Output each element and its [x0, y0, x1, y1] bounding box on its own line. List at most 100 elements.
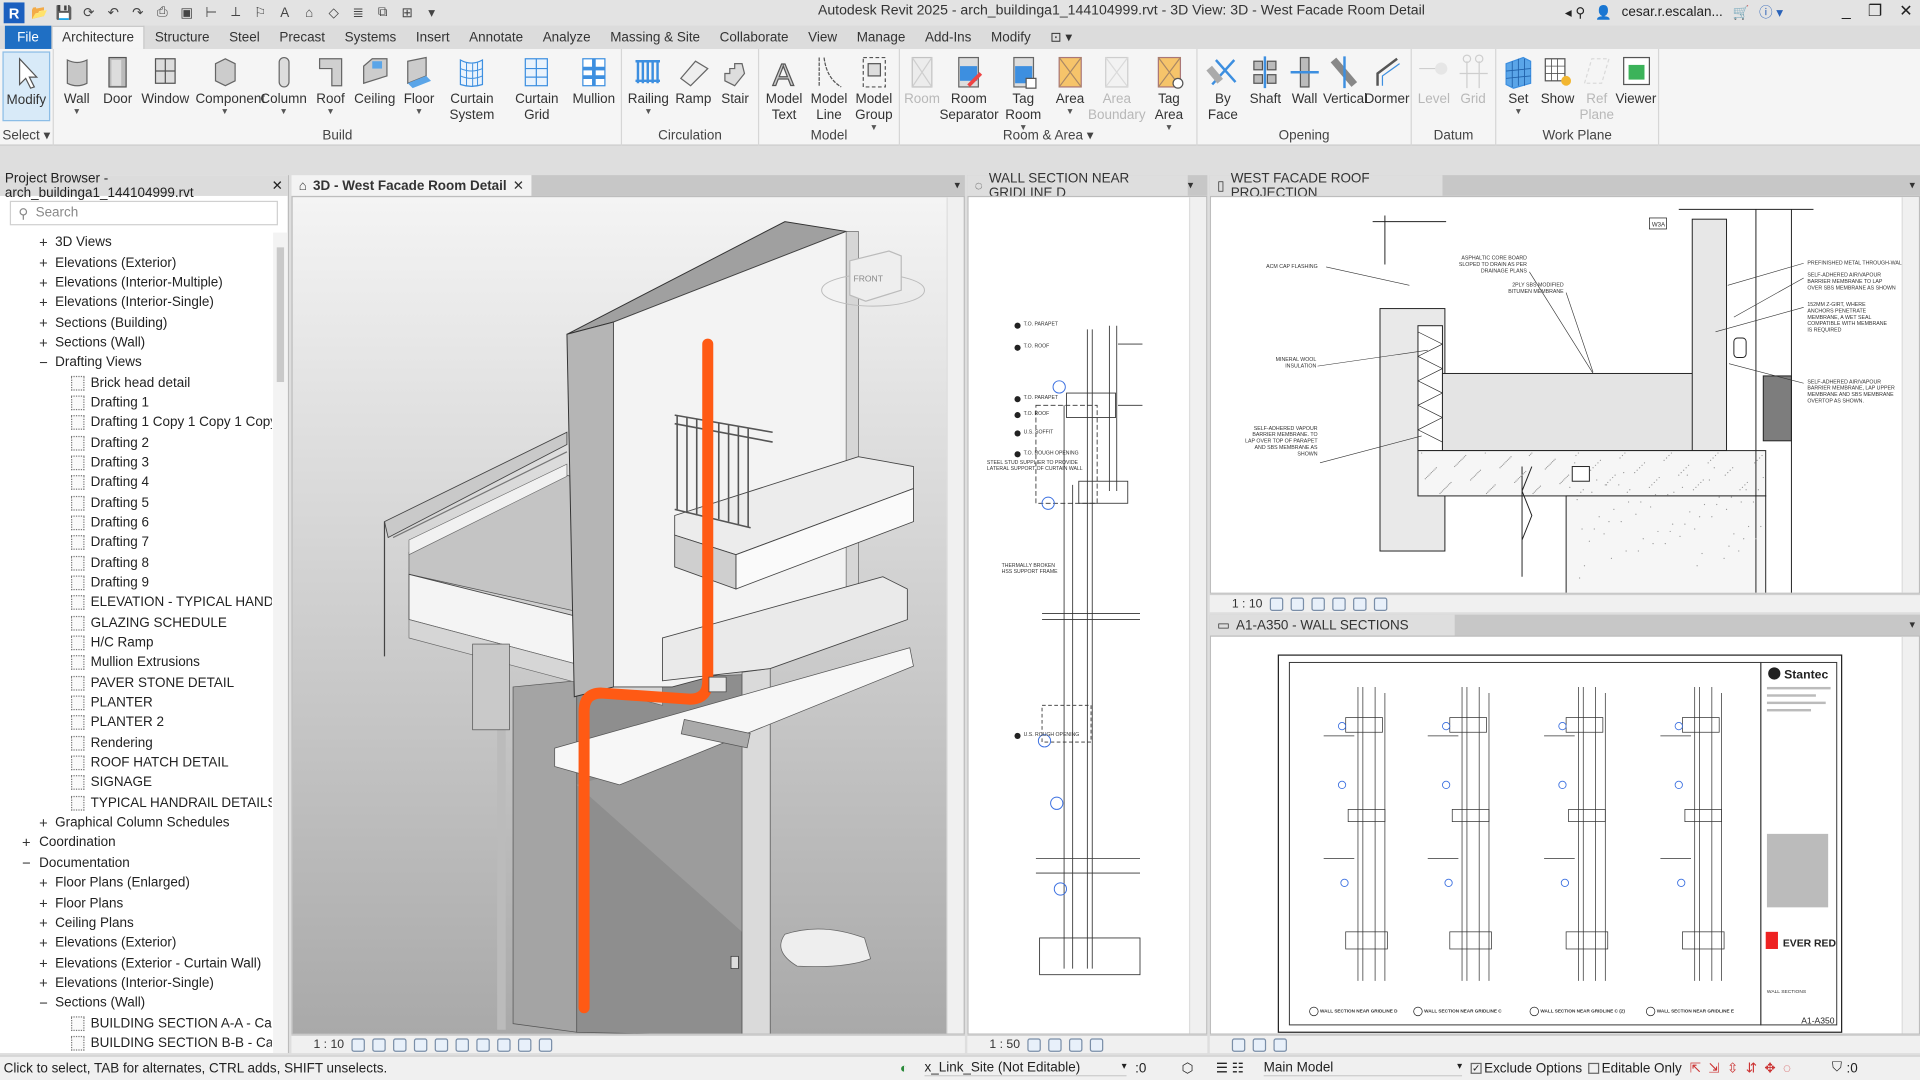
crop-view-icon[interactable]: [1089, 1037, 1104, 1052]
scroll-thumb[interactable]: [276, 247, 285, 383]
tab-menu-icon[interactable]: ▾: [954, 179, 960, 192]
sun-path-icon[interactable]: [1311, 596, 1325, 611]
expand-icon[interactable]: +: [38, 956, 49, 971]
sun-path-icon[interactable]: [1231, 1037, 1246, 1052]
scale-control[interactable]: 1 : 10: [313, 1038, 344, 1051]
help-icon[interactable]: ⓘ ▾: [1759, 2, 1783, 22]
expand-icon[interactable]: +: [38, 896, 49, 911]
tab-modify[interactable]: Modify: [981, 26, 1040, 49]
tab-systems[interactable]: Systems: [335, 26, 406, 49]
revit-logo-icon[interactable]: R: [3, 2, 25, 24]
tab-add-ins[interactable]: Add-Ins: [915, 26, 981, 49]
tree-item[interactable]: BUILDING SECTION A-A - Callout: [0, 1013, 272, 1033]
tree-item[interactable]: Brick head detail: [0, 373, 272, 393]
sun-path-icon[interactable]: [1069, 1037, 1083, 1052]
sun-path-icon[interactable]: [393, 1037, 407, 1052]
view-3d-scrollbar[interactable]: [946, 197, 964, 1034]
tree-item[interactable]: Drafting 5: [0, 493, 272, 513]
tab-wall-section[interactable]: ◌ WALL SECTION NEAR GRIDLINE D: [967, 171, 1188, 200]
worksets-count[interactable]: :0: [1135, 1061, 1146, 1076]
pdf-icon[interactable]: ▣: [178, 4, 196, 22]
exclude-options-checkbox[interactable]: ✓ Exclude Options: [1470, 1061, 1582, 1076]
tab-analyze[interactable]: Analyze: [533, 26, 601, 49]
tree-item[interactable]: GLAZING SCHEDULE: [0, 613, 272, 633]
tree-item[interactable]: ROOF HATCH DETAIL: [0, 753, 272, 773]
expand-icon[interactable]: +: [38, 295, 49, 310]
modify-button[interactable]: Modify: [2, 51, 51, 122]
sync-icon[interactable]: ⟳: [80, 4, 98, 22]
tree-item[interactable]: + Graphical Column Schedules: [0, 813, 272, 833]
tag-icon[interactable]: ⚐: [251, 4, 269, 22]
close-tab-icon[interactable]: ✕: [513, 178, 524, 194]
expand-icon[interactable]: +: [38, 335, 49, 350]
close-hidden-icon[interactable]: ⧉: [373, 4, 391, 22]
sheet-scrollbar[interactable]: [1901, 636, 1919, 1034]
tree-item[interactable]: Drafting 9: [0, 573, 272, 593]
tab-menu-icon[interactable]: ▾: [1188, 179, 1194, 192]
text-icon[interactable]: A: [276, 4, 294, 22]
worksharing-icon[interactable]: [538, 1037, 553, 1052]
tab-collaborate[interactable]: Collaborate: [710, 26, 798, 49]
tree-item[interactable]: ELEVATION - TYPICAL HANDRAIL: [0, 593, 272, 613]
tree-item[interactable]: + Elevations (Interior-Multiple): [0, 273, 272, 293]
expand-icon[interactable]: +: [21, 836, 32, 851]
undo-icon[interactable]: ↶: [104, 4, 122, 22]
tree-item[interactable]: + Elevations (Exterior - Curtain Wall): [0, 953, 272, 973]
detail-level-icon[interactable]: [1269, 596, 1284, 611]
collapse-icon[interactable]: −: [21, 856, 32, 871]
tree-item[interactable]: H/C Ramp: [0, 633, 272, 653]
reveal-hidden-icon[interactable]: [1273, 1037, 1287, 1052]
design-options-icon[interactable]: ☰ ☷: [1216, 1060, 1244, 1077]
tab-architecture[interactable]: Architecture: [51, 25, 146, 49]
lock-3d-icon[interactable]: [476, 1037, 490, 1052]
tree-item[interactable]: Drafting 4: [0, 473, 272, 493]
detail-level-icon[interactable]: [1027, 1037, 1041, 1052]
tree-item[interactable]: Drafting 6: [0, 513, 272, 533]
reveal-hidden-icon[interactable]: [517, 1037, 532, 1052]
project-browser-search[interactable]: ⚲ Search: [9, 200, 278, 226]
tab-roof-projection[interactable]: ▯ WEST FACADE ROOF PROJECTION: [1209, 171, 1443, 200]
panel-label[interactable]: Select ▾: [0, 127, 53, 144]
viewcube-face-label[interactable]: FRONT: [853, 274, 883, 284]
switch-windows-icon[interactable]: ⊞: [398, 4, 416, 22]
collapse-icon[interactable]: −: [38, 996, 49, 1011]
crop-view-icon[interactable]: [434, 1037, 449, 1052]
expand-icon[interactable]: +: [38, 315, 49, 330]
tab-menu-icon[interactable]: ▾: [1910, 618, 1916, 631]
temp-hide-icon[interactable]: [497, 1037, 511, 1052]
expand-icon[interactable]: +: [38, 876, 49, 891]
cart-icon[interactable]: 🛒: [1733, 4, 1750, 21]
crop-view-icon[interactable]: [1353, 596, 1367, 611]
wall-section-canvas[interactable]: T.O. PARAPET T.O. ROOF T.O. PARAPET T.O. RO…: [967, 195, 1208, 1035]
tree-item[interactable]: SIGNAGE: [0, 773, 272, 793]
binoculars-icon[interactable]: ◂ ⚲: [1565, 4, 1585, 21]
expand-icon[interactable]: +: [38, 916, 49, 931]
filter-icon[interactable]: ⛉: [1832, 1060, 1842, 1076]
tab-precast[interactable]: Precast: [270, 26, 335, 49]
tree-item[interactable]: − Drafting Views: [0, 353, 272, 373]
tab-3d-view[interactable]: ⌂ 3D - West Facade Room Detail ✕: [291, 175, 532, 196]
dropdown-arrow-icon[interactable]: ▼: [644, 108, 652, 118]
panel-label[interactable]: Room & Area ▾: [900, 127, 1196, 144]
expand-icon[interactable]: +: [38, 275, 49, 290]
customize-icon[interactable]: ▾: [422, 4, 440, 22]
dimension-icon[interactable]: ⟂: [227, 4, 245, 22]
tree-item[interactable]: Drafting 8: [0, 553, 272, 573]
tree-item[interactable]: + Elevations (Interior-Single): [0, 293, 272, 313]
tree-item[interactable]: − Sections (Wall): [0, 993, 272, 1013]
tab-steel[interactable]: Steel: [219, 26, 269, 49]
expand-icon[interactable]: +: [38, 235, 49, 250]
tab-massing-site[interactable]: Massing & Site: [600, 26, 709, 49]
tree-item[interactable]: Drafting 7: [0, 533, 272, 553]
shadows-icon[interactable]: [413, 1037, 428, 1052]
default-3d-icon[interactable]: ⌂: [300, 4, 318, 22]
visual-style-icon[interactable]: [1048, 1037, 1062, 1052]
section-icon[interactable]: ◇: [324, 4, 342, 22]
tab-view[interactable]: View: [798, 26, 847, 49]
tree-item[interactable]: PLANTER: [0, 693, 272, 713]
minimize-button[interactable]: _: [1842, 1, 1851, 21]
visual-style-icon[interactable]: [1290, 596, 1305, 611]
close-button[interactable]: ✕: [1899, 1, 1912, 21]
tab-manage[interactable]: Manage: [847, 26, 915, 49]
tree-item[interactable]: Drafting 1 Copy 1 Copy 1 Copy 1: [0, 413, 272, 433]
